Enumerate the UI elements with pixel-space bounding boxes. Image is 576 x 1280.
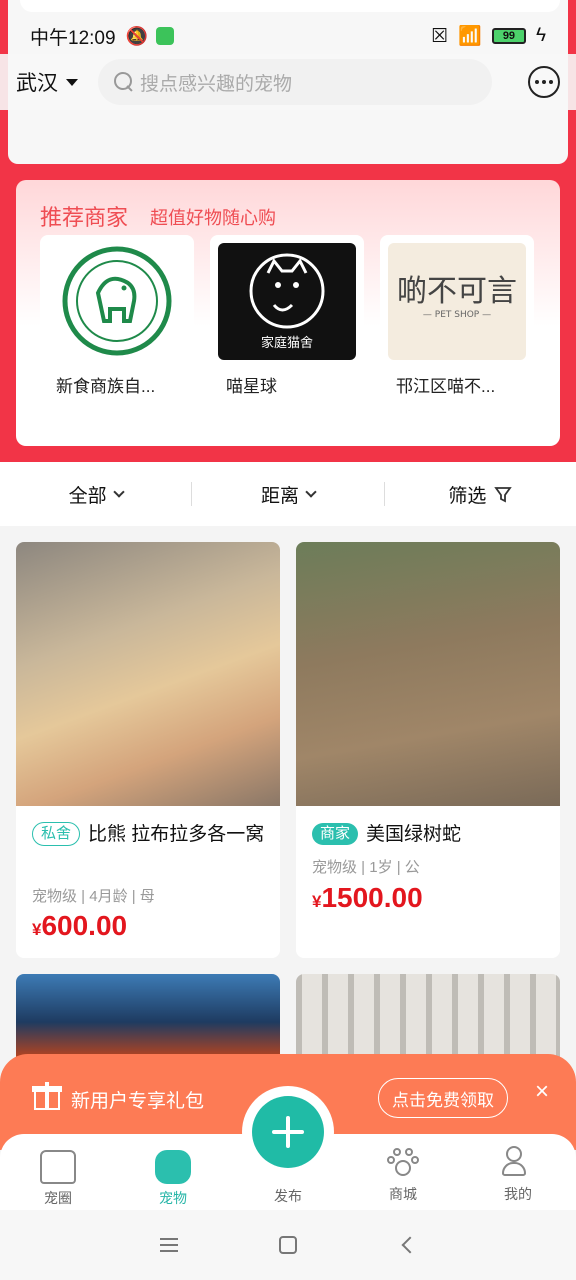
merchant-name: 新食商族自...	[56, 377, 156, 396]
merchant-logo: 啲不可言 — PET SHOP —	[388, 243, 526, 360]
merchant-logo-text: 家庭猫舍	[261, 335, 313, 351]
status-bar: 中午12:09 🔕 ☒ 📶 99 ϟ	[0, 18, 576, 54]
status-right-icons: ☒ 📶 99 ϟ	[431, 24, 546, 48]
merchant-card[interactable]: 啲不可言 — PET SHOP — 邗江区喵不...	[380, 235, 534, 396]
back-icon[interactable]	[401, 1236, 419, 1254]
caret-down-icon	[66, 78, 78, 86]
merchant-tag: 商家	[312, 823, 359, 845]
chevron-down-icon	[305, 486, 317, 498]
merchant-card[interactable]: 新食商族自...	[40, 235, 194, 396]
sim-icon: ☒	[431, 25, 449, 47]
menu-icon[interactable]	[160, 1238, 178, 1252]
filter-all[interactable]: 全部	[0, 481, 191, 508]
tab-label: 发布	[274, 1188, 302, 1204]
banner-top-strip	[20, 0, 560, 12]
recommend-title: 推荐商家	[40, 205, 129, 230]
pet-card[interactable]: 私舍 比熊 拉布拉多各一窝 宠物级 | 4月龄 | 母 ¥600.00	[16, 542, 280, 958]
pet-meta: 宠物级 | 1岁 | 公	[312, 859, 420, 876]
filter-all-label: 全部	[68, 485, 107, 507]
pet-photo	[296, 542, 560, 806]
system-nav-bar	[0, 1210, 576, 1280]
tab-label: 商城	[389, 1186, 417, 1202]
pet-meta: 宠物级 | 4月龄 | 母	[32, 888, 155, 905]
home-square-icon[interactable]	[279, 1236, 297, 1254]
search-input[interactable]: 搜点感兴趣的宠物	[98, 59, 492, 105]
filter-distance[interactable]: 距离	[192, 481, 383, 508]
gift-icon	[32, 1080, 62, 1110]
battery-icon: 99	[491, 28, 526, 44]
tab-pets[interactable]: 宠物	[133, 1146, 213, 1208]
recommend-subtitle: 超值好物随心购	[150, 208, 276, 228]
message-icon[interactable]	[528, 66, 560, 98]
merchant-logo-subtext: — PET SHOP —	[423, 310, 491, 320]
price-value: 600.00	[41, 910, 128, 941]
private-tag: 私舍	[32, 822, 81, 846]
chevron-down-icon	[113, 486, 125, 498]
promo-text: 新用户专享礼包	[71, 1091, 205, 1112]
merchant-logo: 家庭猫舍	[218, 243, 356, 360]
city-label: 武汉	[16, 72, 58, 95]
city-selector[interactable]: 武汉	[16, 67, 78, 97]
home-icon	[40, 1150, 76, 1184]
pet-card[interactable]: 商家 美国绿树蛇 宠物级 | 1岁 | 公 ¥1500.00	[296, 542, 560, 958]
wifi-icon: 📶	[458, 26, 482, 47]
status-time: 中午12:09	[30, 27, 116, 49]
pet-title-text: 美国绿树蛇	[366, 824, 462, 845]
pet-price: ¥600.00	[32, 910, 127, 942]
tab-mall[interactable]: 商城	[363, 1146, 443, 1204]
pet-title: 私舍 比熊 拉布拉多各一窝	[32, 820, 268, 850]
tab-mine[interactable]: 我的	[478, 1146, 558, 1204]
filter-screen[interactable]: 筛选	[385, 481, 576, 508]
price-value: 1500.00	[321, 882, 423, 913]
tab-label: 宠圈	[44, 1190, 72, 1206]
recommend-merchants-panel: 推荐商家 超值好物随心购 新食商族自... 家庭猫舍 喵星球 啲不可言 — PE…	[16, 180, 560, 446]
merchant-name: 喵星球	[226, 377, 277, 396]
filter-distance-label: 距离	[260, 485, 299, 507]
filter-bar: 全部 距离 筛选	[0, 462, 576, 526]
close-icon[interactable]: ×	[530, 1080, 554, 1104]
filter-screen-label: 筛选	[448, 485, 487, 507]
pet-price: ¥1500.00	[312, 882, 423, 914]
search-placeholder: 搜点感兴趣的宠物	[140, 73, 293, 95]
paw-icon	[385, 1146, 421, 1180]
pet-title: 商家 美国绿树蛇	[312, 820, 548, 850]
merchant-name: 邗江区喵不...	[396, 377, 496, 396]
pet-title-text: 比熊 拉布拉多各一窝	[88, 824, 265, 845]
tab-label: 宠物	[159, 1190, 187, 1206]
pet-photo	[16, 542, 280, 806]
pet-face-icon	[155, 1150, 191, 1184]
tab-label: 我的	[504, 1186, 532, 1202]
tab-pet-circle[interactable]: 宠圈	[18, 1146, 98, 1208]
merchant-card[interactable]: 家庭猫舍 喵星球	[210, 235, 364, 396]
search-icon	[114, 72, 134, 92]
merchant-logo-text: 啲不可言	[397, 274, 517, 309]
claim-free-button[interactable]: 点击免费领取	[378, 1078, 508, 1118]
publish-plus-button[interactable]	[252, 1096, 324, 1168]
user-icon	[500, 1146, 536, 1180]
funnel-icon	[494, 487, 513, 503]
tab-publish[interactable]: 发布	[248, 1186, 328, 1206]
mute-alarm-icon: 🔕	[125, 25, 148, 46]
app-notification-icon	[155, 27, 174, 45]
charging-icon: ϟ	[535, 25, 546, 46]
merchant-logo	[48, 243, 186, 360]
top-header: 武汉 搜点感兴趣的宠物	[0, 54, 576, 110]
